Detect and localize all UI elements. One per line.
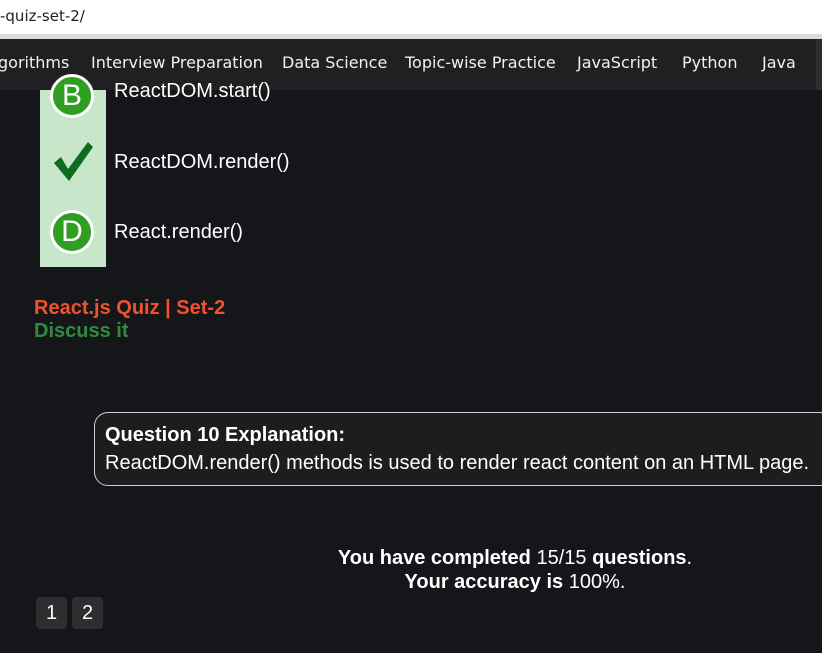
nav-scroll-edge [816,39,822,90]
option-d-text[interactable]: React.render() [114,221,243,244]
quiz-title-link[interactable]: React.js Quiz | Set-2 [34,297,225,320]
accuracy-value: 100% [568,571,620,593]
option-c-text[interactable]: ReactDOM.render() [114,151,290,174]
quiz-summary: You have completed 15/15 questions. Your… [337,547,693,593]
option-d-marker[interactable]: D [50,210,94,254]
nav-item-topic-wise-practice[interactable]: Topic-wise Practice [405,53,556,72]
page-2-button[interactable]: 2 [72,597,103,629]
option-b-text[interactable]: ReactDOM.start() [114,80,271,103]
check-icon [54,142,93,181]
page-1-button[interactable]: 1 [36,597,67,629]
discuss-link[interactable]: Discuss it [34,320,128,343]
explanation-heading: Question 10 Explanation: [105,424,346,446]
address-bar[interactable]: -quiz-set-2/ [0,0,822,34]
nav-item-algorithms[interactable]: gorithms [0,53,69,72]
nav-item-interview-preparation[interactable]: Interview Preparation [91,53,263,72]
completed-value: 15/15 [536,547,587,569]
completed-prefix: You have completed [337,547,531,569]
nav-item-data-science[interactable]: Data Science [282,53,387,72]
nav-item-javascript[interactable]: JavaScript [577,53,657,72]
explanation-box: Question 10 Explanation: ReactDOM.render… [94,412,822,486]
completed-suffix: questions [592,547,687,569]
explanation-body: ReactDOM.render() methods is used to ren… [105,452,810,474]
nav-item-java[interactable]: Java [762,53,796,72]
url-text: -quiz-set-2/ [0,7,85,25]
nav-item-python[interactable]: Python [682,53,737,72]
option-b-marker[interactable]: B [50,74,94,118]
accuracy-prefix: Your accuracy is [404,571,564,593]
